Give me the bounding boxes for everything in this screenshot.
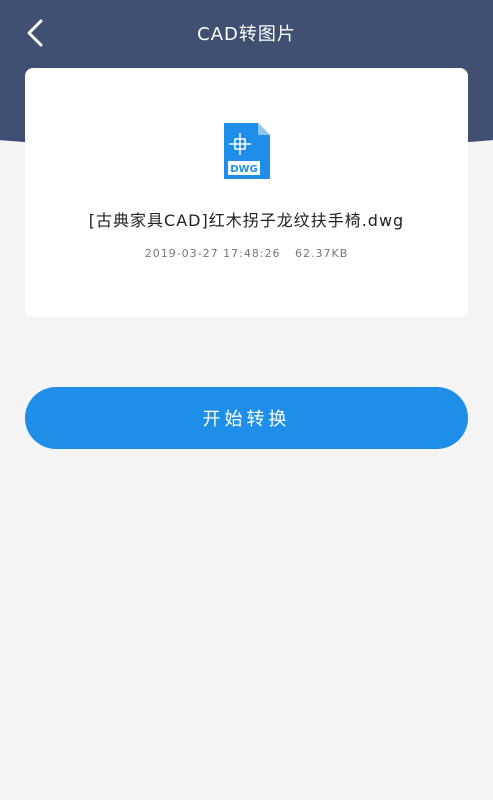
- file-size: 62.37KB: [295, 247, 349, 260]
- start-convert-button[interactable]: 开始转换: [25, 387, 468, 449]
- file-card: DWG [古典家具CAD]红木拐子龙纹扶手椅.dwg 2019-03-27 17…: [25, 68, 468, 317]
- file-name: [古典家具CAD]红木拐子龙纹扶手椅.dwg: [88, 211, 405, 230]
- file-date: 2019-03-27 17:48:26: [144, 247, 281, 260]
- dwg-file-icon: DWG: [224, 123, 270, 179]
- page-title: CAD转图片: [197, 24, 296, 45]
- file-meta: 2019-03-27 17:48:26 62.37KB: [25, 247, 468, 260]
- dwg-label: DWG: [230, 164, 258, 175]
